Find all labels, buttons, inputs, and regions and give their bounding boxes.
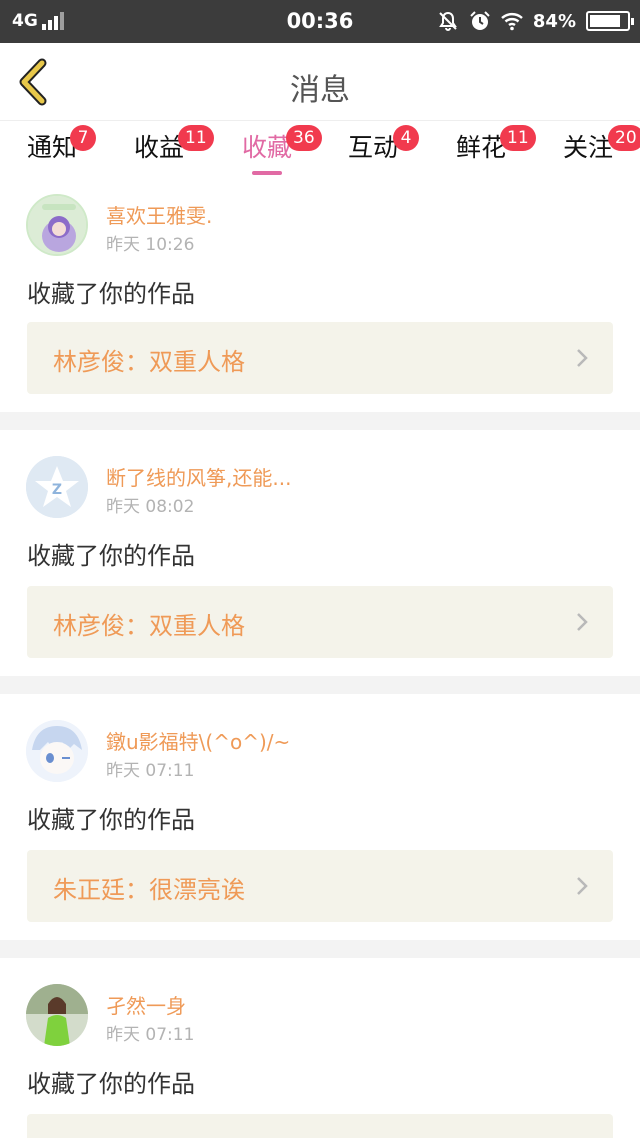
timestamp: 昨天 07:11	[106, 761, 195, 781]
active-tab-indicator	[252, 171, 282, 175]
tab-bar: 通知 7 收益 11 收藏 36 互动 4 鲜花 11 关注 20	[0, 120, 640, 180]
work-link[interactable]	[27, 1114, 613, 1138]
status-bar: 4G 00:36 84%	[0, 0, 640, 43]
timestamp: 昨天 10:26	[106, 235, 195, 255]
action-text: 收藏了你的作品	[27, 280, 195, 308]
chevron-right-icon	[577, 349, 588, 367]
user-avatar[interactable]	[26, 194, 88, 256]
tab-label: 收益	[133, 133, 184, 162]
message-card: 鐓u影福特\(^o^)/~ 昨天 07:11 收藏了你的作品 朱正廷：很漂亮诶	[0, 694, 640, 940]
username[interactable]: 鐓u影福特\(^o^)/~	[106, 726, 290, 755]
default-star-avatar-icon: Z	[26, 456, 88, 518]
action-text: 收藏了你的作品	[27, 542, 195, 570]
work-link[interactable]: 朱正廷：很漂亮诶	[27, 850, 613, 922]
message-card: 孑然一身 昨天 07:11 收藏了你的作品	[0, 958, 640, 1138]
username[interactable]: 断了线的风筝,还能...	[106, 462, 291, 491]
tab-notify[interactable]: 通知 7	[7, 125, 97, 179]
count-badge: 20	[608, 125, 640, 151]
count-badge: 4	[393, 125, 419, 151]
work-title: 朱正廷：很漂亮诶	[53, 876, 245, 904]
chevron-right-icon	[577, 613, 588, 631]
work-link[interactable]: 林彦俊：双重人格	[27, 586, 613, 658]
wifi-icon	[501, 13, 523, 31]
anime-boy-avatar-icon	[26, 720, 88, 782]
work-title: 林彦俊：双重人格	[53, 612, 245, 640]
battery-icon	[586, 11, 634, 31]
tab-follows[interactable]: 关注 20	[543, 125, 640, 179]
user-avatar[interactable]	[26, 720, 88, 782]
count-badge: 11	[500, 125, 536, 151]
count-badge: 11	[178, 125, 214, 151]
page-title: 消息	[290, 73, 350, 108]
tab-favorites[interactable]: 收藏 36	[222, 125, 322, 179]
tab-label: 鲜花	[455, 133, 506, 162]
tab-label: 收藏	[241, 133, 292, 162]
photo-avatar-icon	[26, 984, 88, 1046]
mute-bell-icon	[439, 11, 457, 31]
timestamp: 昨天 08:02	[106, 497, 195, 517]
tab-label: 关注	[562, 133, 613, 162]
tab-label: 互动	[347, 133, 398, 162]
count-badge: 7	[70, 125, 96, 151]
count-badge: 36	[286, 125, 322, 151]
user-avatar[interactable]: Z	[26, 456, 88, 518]
chevron-right-icon	[577, 877, 588, 895]
alarm-icon	[470, 11, 490, 30]
message-card: Z 断了线的风筝,还能... 昨天 08:02 收藏了你的作品 林彦俊：双重人格	[0, 430, 640, 676]
battery-percent: 84%	[532, 10, 576, 32]
action-text: 收藏了你的作品	[27, 806, 195, 834]
username[interactable]: 喜欢王雅雯.	[106, 200, 212, 229]
timestamp: 昨天 07:11	[106, 1025, 195, 1045]
header: 消息	[0, 43, 640, 120]
anime-girl-avatar-icon	[28, 196, 86, 254]
divider	[0, 676, 640, 694]
user-avatar[interactable]	[26, 984, 88, 1046]
divider	[0, 940, 640, 958]
tab-flowers[interactable]: 鲜花 11	[436, 125, 536, 179]
divider	[0, 412, 640, 430]
work-title: 林彦俊：双重人格	[53, 348, 245, 376]
tab-interactions[interactable]: 互动 4	[328, 125, 419, 179]
work-link[interactable]: 林彦俊：双重人格	[27, 322, 613, 394]
username[interactable]: 孑然一身	[106, 990, 186, 1019]
action-text: 收藏了你的作品	[27, 1070, 195, 1098]
message-card: 喜欢王雅雯. 昨天 10:26 收藏了你的作品 林彦俊：双重人格	[0, 180, 640, 412]
tab-earnings[interactable]: 收益 11	[114, 125, 214, 179]
svg-text:Z: Z	[52, 482, 62, 498]
battery-level	[590, 15, 621, 27]
